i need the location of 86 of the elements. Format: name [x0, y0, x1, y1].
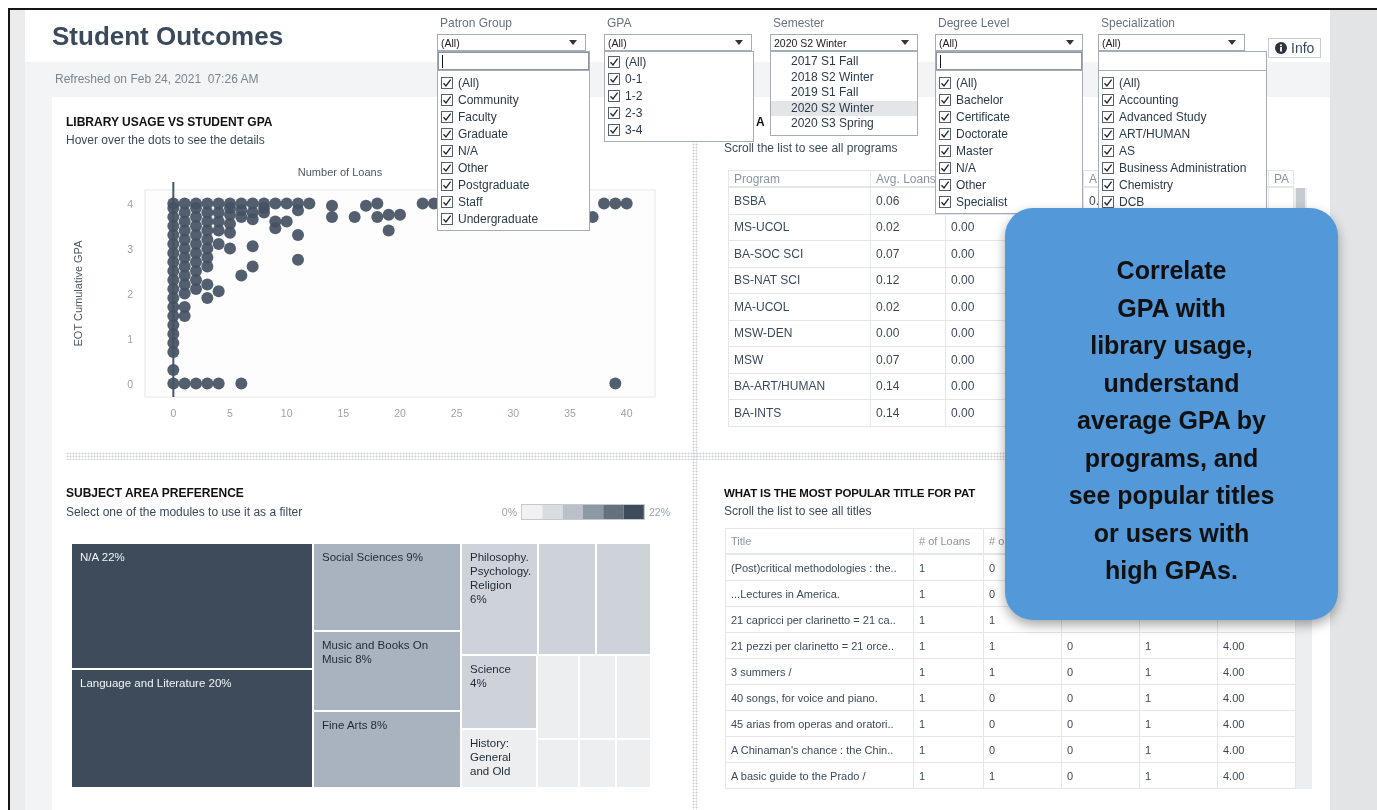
filter-label: GPA	[607, 15, 633, 32]
table-cell: 0	[1062, 711, 1140, 737]
legend-label: 22%	[649, 506, 670, 518]
section-title: A	[756, 115, 765, 129]
axis-tick-label: 3	[127, 242, 133, 255]
table-cell: 1	[984, 763, 1062, 789]
table-cell: 0	[984, 685, 1062, 711]
axis-tick-label: 30	[507, 407, 520, 419]
table-cell: 1	[984, 633, 1062, 659]
axis-title: EOT Cumulative GPA	[72, 240, 84, 347]
axis-tick-label: 35	[564, 407, 576, 419]
refresh-timestamp: Refreshed on Feb 24, 2021 07:26 AM	[55, 71, 259, 88]
table-cell: 0	[984, 711, 1062, 737]
table-cell: 0.14	[871, 373, 946, 400]
dashboard-title: Student Outcomes	[52, 20, 285, 53]
table-cell: 21 pezzi per clarinetto = 21 orce..	[726, 633, 914, 659]
table-cell: 1	[1140, 763, 1218, 789]
axis-tick-label: 5	[227, 407, 233, 419]
table-cell: 1	[914, 659, 984, 685]
axis-tick-label: 0	[127, 377, 133, 390]
table-cell: 1	[914, 685, 984, 711]
table-cell: 1	[914, 607, 984, 633]
table-cell: 0.02	[871, 214, 946, 241]
table-cell: BS-NAT SCI	[729, 267, 871, 294]
table-cell: 0	[1062, 633, 1140, 659]
table-cell: MS-UCOL	[729, 214, 871, 241]
table-cell: (Post)critical methodologies : the..	[726, 555, 914, 581]
filter-label: Semester	[773, 15, 826, 32]
table-cell: 21 capricci per clarinetto = 21 ca..	[726, 607, 914, 633]
table-cell: 0.14	[871, 400, 946, 427]
section-title: LIBRARY USAGE VS STUDENT GPA	[66, 115, 273, 129]
filter-label: Specialization	[1101, 15, 1177, 32]
axis-tick-label: 20	[394, 407, 406, 419]
table-cell: 1	[914, 555, 984, 581]
table-cell: 0.02	[871, 294, 946, 321]
table-cell: 0	[1062, 685, 1140, 711]
section-subtitle: Hover over the dots to see the details	[66, 133, 265, 147]
axis-tick-label: 25	[450, 407, 463, 419]
axis-tick-label: 10	[280, 407, 293, 419]
section-title: WHAT IS THE MOST POPULAR TITLE FOR PAT	[724, 486, 976, 500]
table-cell: 0.07	[871, 241, 946, 268]
axis-tick-label: 1	[127, 332, 133, 345]
table-cell: A basic guide to the Prado /	[726, 763, 914, 789]
table-cell: 1	[914, 711, 984, 737]
table-cell: MSW	[729, 347, 871, 374]
table-cell: 0.12	[871, 267, 946, 294]
axis-tick-label: 15	[337, 407, 350, 419]
table-cell: 1	[914, 763, 984, 789]
table-cell: 1	[914, 581, 984, 607]
table-cell: 0	[1062, 737, 1140, 763]
table-cell: BSBA	[729, 188, 871, 215]
table-cell: MA-UCOL	[729, 294, 871, 321]
table-cell: 1	[914, 737, 984, 763]
filter-label: Degree Level	[938, 15, 1011, 32]
axis-tick-label: 0	[170, 407, 177, 419]
axis-tick-label: 4	[127, 197, 133, 210]
section-subtitle: Scroll the list to see all programs	[724, 141, 898, 155]
axis-tick-label: 40	[620, 407, 633, 419]
filter-label: Patron Group	[440, 15, 514, 32]
table-cell: BA-SOC SCI	[729, 241, 871, 268]
table-cell: 3 summers /	[726, 659, 914, 685]
table-cell: ...Lectures in America.	[726, 581, 914, 607]
table-cell: 40 songs, for voice and piano.	[726, 685, 914, 711]
table-cell: 1	[1140, 685, 1218, 711]
table-cell: BA-INTS	[729, 400, 871, 427]
table-cell: A Chinaman's chance : the Chin..	[726, 737, 914, 763]
axis-title: Number of Loans	[297, 166, 383, 178]
table-cell: 1	[1140, 659, 1218, 685]
section-subtitle: Scroll the list to see all titles	[724, 504, 872, 518]
table-cell: 0	[1062, 763, 1140, 789]
table-cell: 1	[1140, 633, 1218, 659]
table-cell: 0.07	[871, 347, 946, 374]
section-subtitle: Select one of the modules to use it as a filter	[66, 505, 303, 519]
table-cell: BA-ART/HUMAN	[729, 373, 871, 400]
table-cell: 45 arias from operas and oratori..	[726, 711, 914, 737]
legend-label: 0%	[501, 506, 517, 518]
table-cell: 0.00	[871, 320, 946, 347]
table-cell: 1	[1140, 711, 1218, 737]
table-cell: 1	[1140, 737, 1218, 763]
axis-tick-label: 2	[127, 287, 133, 300]
table-cell: 1	[914, 633, 984, 659]
table-cell: MSW-DEN	[729, 320, 871, 347]
table-cell: 1	[984, 659, 1062, 685]
table-cell: 0	[984, 737, 1062, 763]
section-title: SUBJECT AREA PREFERENCE	[66, 486, 244, 500]
table-cell: 0	[1062, 659, 1140, 685]
